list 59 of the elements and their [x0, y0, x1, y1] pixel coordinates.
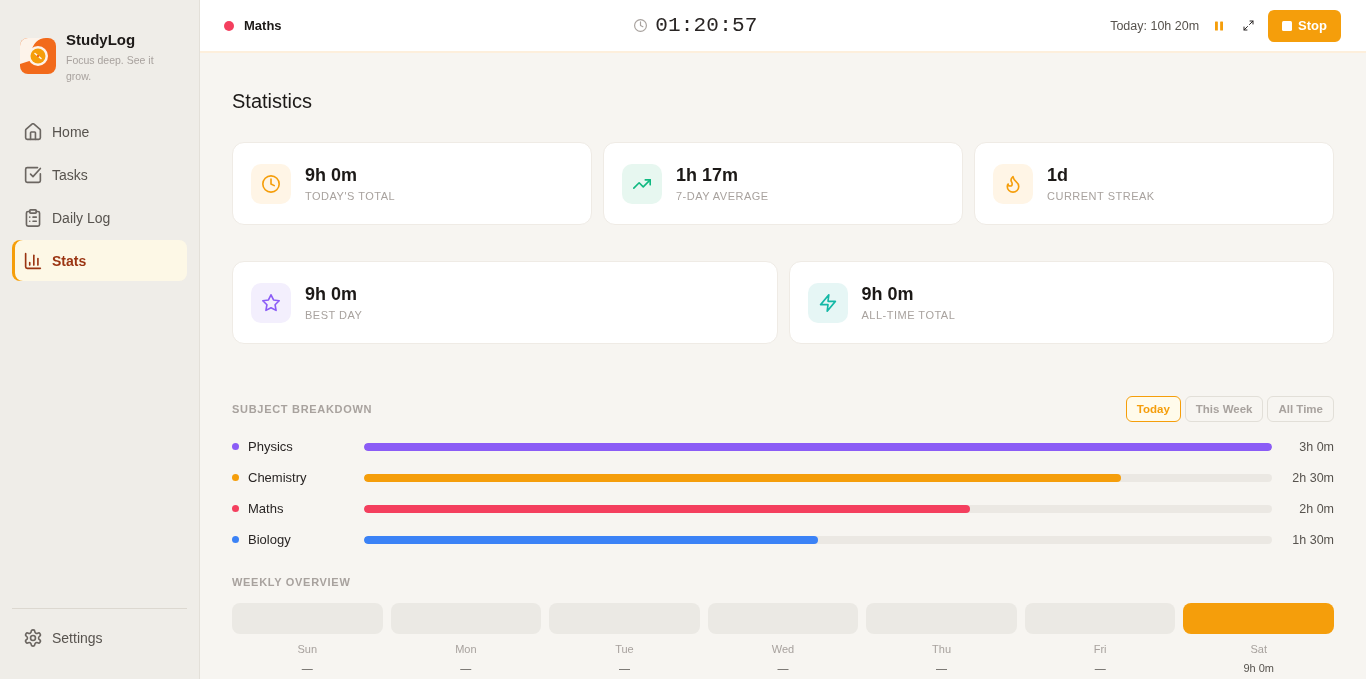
subject-name: Biology	[248, 532, 291, 547]
stat-label: 7-DAY AVERAGE	[676, 189, 769, 203]
nav-item[interactable]: Settings	[12, 617, 187, 658]
stat-value: 1h 17m	[676, 164, 740, 186]
today-total: Today: 10h 20m	[1110, 18, 1200, 33]
clock-icon	[634, 19, 648, 32]
bar-chart-icon	[24, 251, 42, 270]
subject-name: Physics	[248, 439, 293, 454]
day-time: —	[460, 662, 472, 674]
clock-icon	[251, 163, 291, 204]
nav-item[interactable]: Stats	[12, 240, 187, 281]
day-time: —	[777, 662, 789, 674]
nav-item[interactable]: Daily Log	[12, 197, 187, 238]
stat-value: 9h 0m	[861, 283, 915, 305]
stat-label: ALL-TIME TOTAL	[861, 308, 956, 322]
section-title: WEEKLY OVERVIEW	[232, 575, 352, 589]
day-time: —	[618, 662, 630, 674]
stat-label: BEST DAY	[305, 308, 363, 322]
day-label: Thu	[932, 642, 952, 656]
stat-label: CURRENT STREAK	[1047, 189, 1155, 203]
section-title: SUBJECT BREAKDOWN	[232, 402, 373, 416]
clipboard-icon	[24, 208, 42, 227]
stat-value: 9h 0m	[305, 283, 359, 305]
day-time: —	[301, 662, 313, 674]
nav-item[interactable]: Tasks	[12, 154, 187, 195]
day-label: Mon	[455, 642, 477, 656]
app-name: StudyLog	[66, 31, 137, 49]
day-time: —	[1094, 662, 1106, 674]
expand-icon	[1242, 20, 1254, 31]
stop-icon	[1282, 20, 1293, 31]
day-label: Sun	[297, 642, 318, 656]
app-tagline: Focus deep. See it grow.	[66, 53, 155, 84]
home-icon	[24, 122, 42, 141]
flame-icon	[993, 163, 1033, 204]
lightning-icon	[807, 282, 848, 323]
subject-time: 2h 0m	[1298, 501, 1334, 516]
trending-up-icon	[622, 163, 662, 204]
pause-icon	[1215, 20, 1224, 31]
timer-display: 01:20:57	[655, 14, 758, 37]
subject-name: Maths	[248, 501, 284, 516]
subject-time: 1h 30m	[1291, 532, 1334, 547]
day-label: Sat	[1250, 642, 1267, 656]
day-label: Wed	[771, 642, 795, 656]
logo-icon	[20, 38, 56, 74]
page-title: Statistics	[232, 89, 314, 113]
stat-value: 1d	[1047, 164, 1069, 186]
stat-value: 9h 0m	[305, 164, 359, 186]
day-time: 9h 0m	[1243, 662, 1274, 674]
day-label: Tue	[615, 642, 634, 656]
day-label: Fri	[1093, 642, 1107, 656]
nav-item[interactable]: Home	[12, 111, 187, 152]
day-time: —	[936, 662, 948, 674]
current-subject: Maths	[244, 18, 282, 33]
subject-time: 2h 30m	[1291, 470, 1334, 485]
subject-name: Chemistry	[248, 470, 307, 485]
subject-time: 3h 0m	[1298, 439, 1334, 454]
checkbox-icon	[24, 165, 42, 184]
stat-label: TODAY'S TOTAL	[305, 189, 396, 203]
settings-icon	[24, 628, 42, 647]
